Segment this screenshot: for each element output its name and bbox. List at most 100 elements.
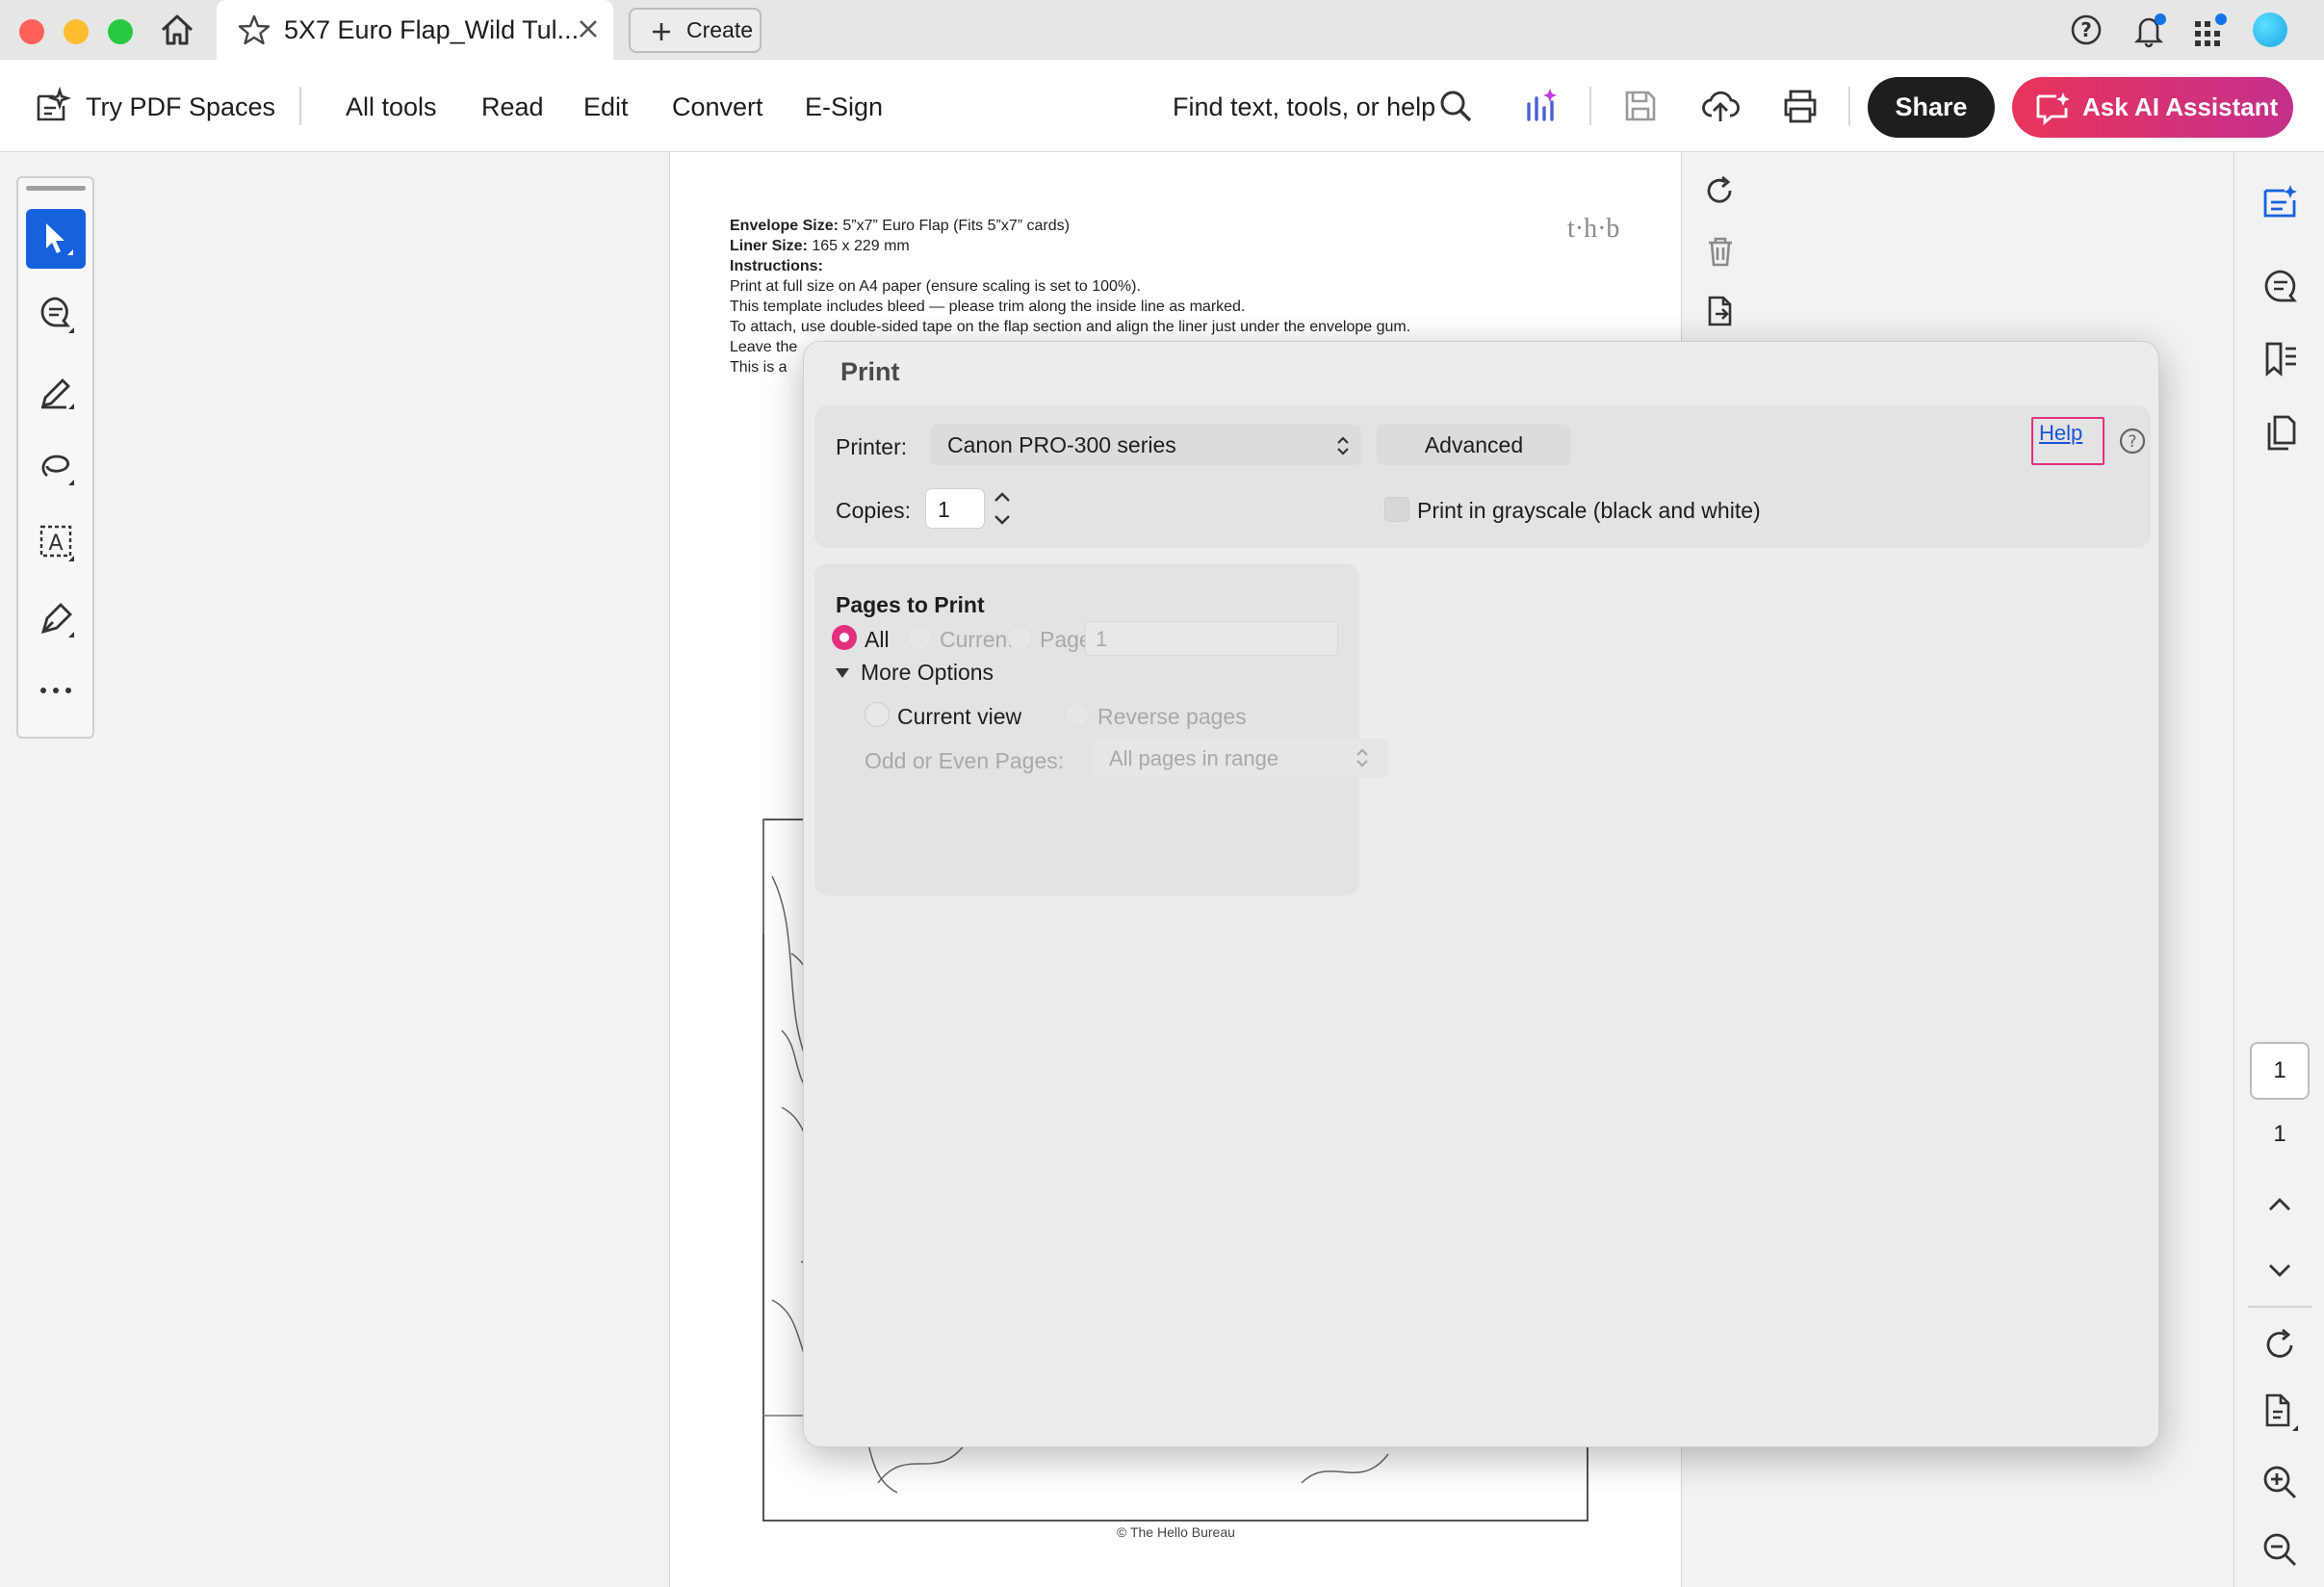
left-tool-rail: A xyxy=(16,176,94,739)
select-arrows-icon xyxy=(1356,748,1368,767)
pages-range-input[interactable]: 1 xyxy=(1085,621,1338,656)
print-icon[interactable] xyxy=(1782,89,1819,123)
doc-line: Instructions: xyxy=(730,258,823,274)
grayscale-checkbox[interactable] xyxy=(1384,497,1409,522)
ai-tools-icon[interactable] xyxy=(1523,87,1562,125)
zoom-out-icon[interactable] xyxy=(2261,1531,2298,1568)
rotate-icon[interactable] xyxy=(1704,175,1737,208)
pen-icon xyxy=(41,378,74,409)
grayscale-label: Print in grayscale (black and white) xyxy=(1417,498,1761,523)
ai-summary-icon[interactable] xyxy=(2261,183,2300,220)
page-tools-icon[interactable] xyxy=(2261,1392,2300,1433)
page-number-input[interactable]: 1 xyxy=(2250,1042,2310,1100)
comments-panel-icon[interactable] xyxy=(2261,268,2300,304)
copies-label: Copies: xyxy=(836,498,911,523)
refresh-icon[interactable] xyxy=(2261,1327,2298,1364)
comment-tool[interactable] xyxy=(26,285,86,345)
doc-line: Print at full size on A4 paper (ensure s… xyxy=(730,278,1141,295)
try-pdf-spaces-link[interactable]: Try PDF Spaces xyxy=(86,92,275,122)
more-icon xyxy=(40,688,71,693)
save-icon[interactable] xyxy=(1623,89,1658,123)
copies-input[interactable]: 1 xyxy=(925,488,985,529)
apps-grid-icon[interactable] xyxy=(2191,12,2230,48)
more-tools-button[interactable] xyxy=(26,665,86,725)
highlight-tool[interactable] xyxy=(26,361,86,421)
svg-text:?: ? xyxy=(2080,18,2092,41)
comment-icon xyxy=(40,297,74,333)
pages-all-radio[interactable] xyxy=(832,625,857,650)
chevron-down-icon[interactable] xyxy=(2266,1262,2293,1279)
draw-tool[interactable] xyxy=(26,437,86,497)
pages-panel-icon[interactable] xyxy=(2261,414,2300,451)
plus-icon xyxy=(650,20,673,43)
menu-read[interactable]: Read xyxy=(481,92,544,122)
pages-range-value: 1 xyxy=(1096,627,1108,651)
printer-select-value: Canon PRO-300 series xyxy=(947,432,1176,457)
close-window-button[interactable] xyxy=(19,19,44,44)
printer-panel: Printer: Canon PRO-300 series Advanced H… xyxy=(814,405,2151,548)
copies-value: 1 xyxy=(938,497,950,522)
help-icon[interactable]: ? xyxy=(2070,13,2103,46)
zoom-window-button[interactable] xyxy=(108,19,133,44)
toolbar-divider xyxy=(299,87,301,125)
create-button[interactable]: Create xyxy=(629,8,762,53)
printer-select[interactable]: Canon PRO-300 series xyxy=(930,425,1361,465)
menu-e-sign[interactable]: E-Sign xyxy=(805,92,883,122)
search-icon[interactable] xyxy=(1438,89,1473,123)
pages-current-radio[interactable] xyxy=(907,625,932,650)
more-options-toggle[interactable]: More Options xyxy=(861,660,994,686)
menu-all-tools[interactable]: All tools xyxy=(346,92,437,122)
bookmarks-icon[interactable] xyxy=(2261,341,2300,377)
text-tool[interactable]: A xyxy=(26,513,86,573)
share-button[interactable]: Share xyxy=(1868,77,1995,138)
copies-stepper[interactable] xyxy=(990,486,1015,531)
pages-range-radio[interactable] xyxy=(1007,625,1032,650)
svg-text:A: A xyxy=(48,532,63,556)
avatar[interactable] xyxy=(2253,13,2287,47)
minimize-window-button[interactable] xyxy=(64,19,89,44)
printer-label: Printer: xyxy=(836,434,908,459)
trash-icon[interactable] xyxy=(1704,235,1737,268)
pages-current-label: Current xyxy=(940,627,1014,652)
rail-drag-handle[interactable] xyxy=(26,186,86,191)
browser-tab-bar: 5X7 Euro Flap_Wild Tul... Create ? xyxy=(0,0,2324,60)
cloud-upload-icon[interactable] xyxy=(1701,87,1740,125)
toolbar-divider xyxy=(1848,87,1850,125)
notifications-icon[interactable] xyxy=(2130,12,2169,48)
search-label[interactable]: Find text, tools, or help xyxy=(1173,92,1435,122)
menu-edit[interactable]: Edit xyxy=(583,92,629,122)
print-dialog: Print Printer: Canon PRO-300 series Adva… xyxy=(803,341,2159,1447)
sign-tool[interactable] xyxy=(26,589,86,649)
doc-line: To attach, use double-sided tape on the … xyxy=(730,319,1411,335)
ai-assistant-icon xyxy=(2035,91,2072,125)
dialog-title: Print xyxy=(840,357,900,386)
page-total: 1 xyxy=(2273,1121,2286,1147)
home-icon[interactable] xyxy=(159,13,195,47)
current-view-checkbox[interactable] xyxy=(865,702,890,727)
chevron-up-icon[interactable] xyxy=(2266,1196,2293,1213)
document-tab[interactable]: 5X7 Euro Flap_Wild Tul... xyxy=(217,0,613,60)
help-question-icon[interactable]: ? xyxy=(2118,427,2147,455)
copyright-text: © The Hello Bureau xyxy=(1117,1524,1235,1540)
lasso-icon xyxy=(41,455,74,485)
select-arrows-icon xyxy=(1337,436,1349,455)
menu-convert[interactable]: Convert xyxy=(672,92,763,122)
reverse-pages-checkbox[interactable] xyxy=(1065,702,1090,727)
help-link[interactable]: Help xyxy=(2039,421,2082,446)
advanced-button[interactable]: Advanced xyxy=(1377,425,1571,465)
zoom-in-icon[interactable] xyxy=(2261,1464,2298,1500)
star-icon[interactable] xyxy=(238,13,271,46)
brand-logo: t·h·b xyxy=(1567,214,1620,244)
reverse-pages-label: Reverse pages xyxy=(1097,704,1247,729)
select-tool[interactable] xyxy=(26,209,86,269)
odd-even-label: Odd or Even Pages: xyxy=(865,748,1065,773)
disclosure-triangle-icon[interactable] xyxy=(834,665,851,681)
extract-page-icon[interactable] xyxy=(1704,295,1737,327)
page-side-tools xyxy=(1683,152,1750,345)
current-view-label: Current view xyxy=(897,704,1022,729)
ask-ai-assistant-button[interactable]: Ask AI Assistant xyxy=(2012,77,2293,138)
close-tab-icon[interactable] xyxy=(577,17,600,40)
doc-line: Liner Size: 165 x 229 mm xyxy=(730,238,910,254)
ask-ai-assistant-label: Ask AI Assistant xyxy=(2082,92,2279,121)
odd-even-select[interactable]: All pages in range xyxy=(1094,739,1388,777)
